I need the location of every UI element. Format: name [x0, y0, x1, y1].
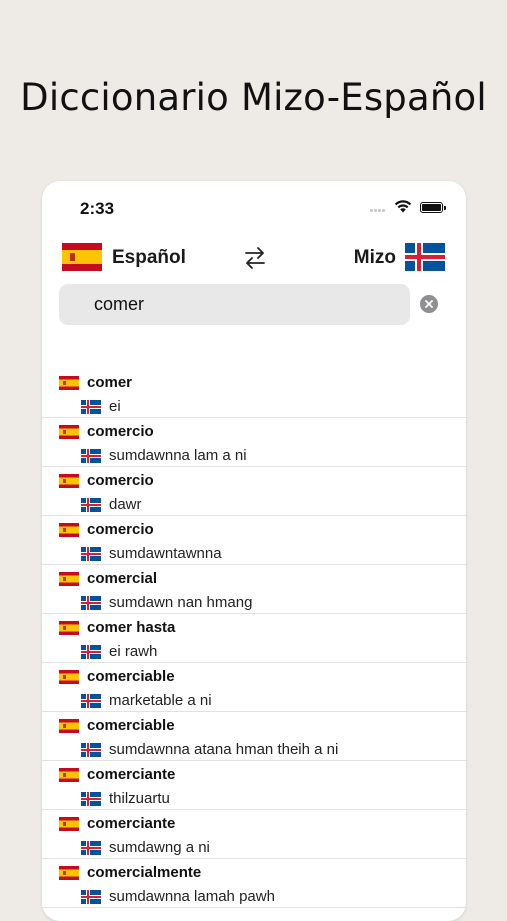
language-bar: Español Mizo	[42, 237, 466, 277]
wifi-icon	[394, 200, 412, 213]
spain-flag-icon	[59, 817, 79, 836]
spain-flag-icon	[59, 621, 79, 640]
result-source-word: comercio	[87, 423, 154, 440]
iceland-flag-icon	[81, 596, 101, 615]
result-row[interactable]: comercialmente sumdawnna lamah pawh	[42, 859, 466, 908]
source-language-label[interactable]: Español	[112, 247, 186, 269]
iceland-flag-icon	[81, 841, 101, 860]
spain-flag-icon	[59, 572, 79, 591]
signal-icon	[370, 209, 386, 227]
result-translation: ei	[109, 398, 121, 415]
target-language-label[interactable]: Mizo	[354, 247, 396, 269]
result-source-word: comerciante	[87, 766, 176, 783]
spain-flag-icon[interactable]	[62, 243, 102, 271]
result-translation: ei rawh	[109, 643, 158, 660]
spain-flag-icon	[59, 768, 79, 787]
result-row[interactable]: comercial sumdawn nan hmang	[42, 565, 466, 614]
result-row[interactable]: comerciante sumdawng a ni	[42, 810, 466, 859]
result-row[interactable]: comercio sumdawntawnna	[42, 516, 466, 565]
iceland-flag-icon	[81, 400, 101, 419]
phone-screen: 2:33 Español Mizo comer comer ei comerci…	[42, 181, 466, 921]
iceland-flag-icon	[81, 645, 101, 664]
result-translation: sumdawnna atana hman theih a ni	[109, 741, 339, 758]
result-row[interactable]: comercio sumdawnna lam a ni	[42, 418, 466, 467]
spain-flag-icon	[59, 719, 79, 738]
result-translation: sumdawng a ni	[109, 839, 210, 856]
iceland-flag-icon	[81, 498, 101, 517]
status-time: 2:33	[80, 199, 115, 218]
result-row[interactable]: comer hasta ei rawh	[42, 614, 466, 663]
status-bar: 2:33	[42, 181, 466, 231]
spain-flag-icon	[59, 376, 79, 395]
result-translation: sumdawn nan hmang	[109, 594, 253, 611]
iceland-flag-icon	[81, 449, 101, 468]
search-box	[59, 284, 410, 325]
swap-languages-button[interactable]	[240, 243, 270, 273]
iceland-flag-icon	[81, 547, 101, 566]
search-input[interactable]	[94, 284, 394, 325]
iceland-flag-icon[interactable]	[405, 243, 445, 271]
result-source-word: comer hasta	[87, 619, 176, 636]
result-row[interactable]: comerciante thilzuartu	[42, 761, 466, 810]
result-translation: thilzuartu	[109, 790, 170, 807]
spain-flag-icon	[59, 670, 79, 689]
result-source-word: comercial	[87, 570, 158, 587]
spain-flag-icon	[59, 474, 79, 493]
result-row[interactable]: comerciable sumdawnna atana hman theih a …	[42, 712, 466, 761]
result-row[interactable]: comer ei	[42, 369, 466, 418]
promo-title: Diccionario Mizo-Español	[20, 76, 487, 119]
result-source-word: comerciante	[87, 815, 176, 832]
iceland-flag-icon	[81, 792, 101, 811]
iceland-flag-icon	[81, 694, 101, 713]
result-translation: dawr	[109, 496, 142, 513]
clear-search-button[interactable]	[420, 295, 438, 313]
spain-flag-icon	[59, 866, 79, 885]
results-list: comer ei comercio sumdawnna lam a ni comerci…	[42, 369, 466, 908]
result-row[interactable]: comercio dawr	[42, 467, 466, 516]
result-source-word: comerciable	[87, 717, 175, 734]
result-source-word: comer	[87, 374, 133, 391]
result-translation: sumdawnna lam a ni	[109, 447, 247, 464]
result-translation: marketable a ni	[109, 692, 212, 709]
iceland-flag-icon	[81, 743, 101, 762]
battery-icon	[420, 202, 446, 213]
result-row[interactable]: comerciable marketable a ni	[42, 663, 466, 712]
result-source-word: comercialmente	[87, 864, 202, 881]
result-source-word: comerciable	[87, 668, 175, 685]
result-source-word: comercio	[87, 472, 154, 489]
spain-flag-icon	[59, 523, 79, 542]
result-translation: sumdawntawnna	[109, 545, 222, 562]
result-translation: sumdawnna lamah pawh	[109, 888, 275, 905]
spain-flag-icon	[59, 425, 79, 444]
clear-circle-x-icon	[425, 300, 433, 308]
result-source-word: comercio	[87, 521, 154, 538]
